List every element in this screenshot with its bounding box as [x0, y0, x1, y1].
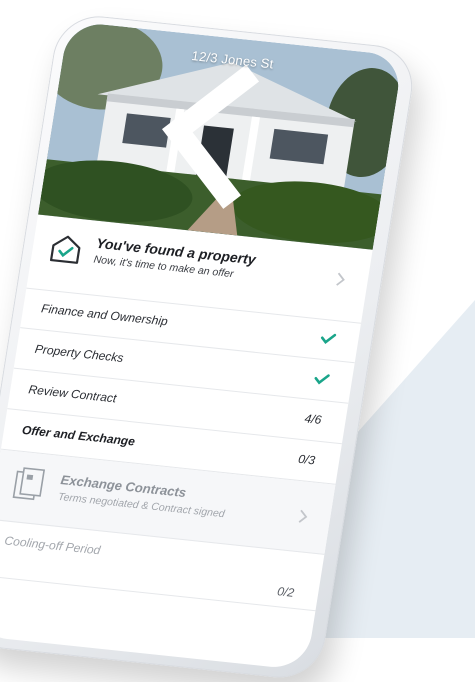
- row-label: Property Checks: [33, 341, 125, 365]
- row-progress: 0/2: [276, 584, 296, 600]
- phone-mockup: 12/3 Jones St You've found a property No…: [0, 12, 419, 682]
- row-progress: 0/3: [297, 451, 317, 468]
- row-label: Cooling-off Period: [3, 533, 102, 558]
- house-check-icon: [49, 235, 81, 264]
- row-label: Review Contract: [27, 382, 118, 406]
- chevron-right-icon: [298, 509, 308, 523]
- chevron-right-icon: [336, 272, 345, 286]
- checklist: Finance and Ownership Property Checks Re…: [0, 287, 362, 612]
- row-progress: 4/6: [303, 411, 323, 427]
- check-icon: [314, 374, 330, 385]
- check-icon: [320, 333, 337, 344]
- property-photo: 12/3 Jones St: [38, 20, 404, 250]
- app-screen: 12/3 Jones St You've found a property No…: [0, 20, 404, 671]
- documents-icon: [12, 467, 46, 501]
- row-label: Finance and Ownership: [40, 301, 169, 329]
- row-label: Offer and Exchange: [21, 422, 136, 449]
